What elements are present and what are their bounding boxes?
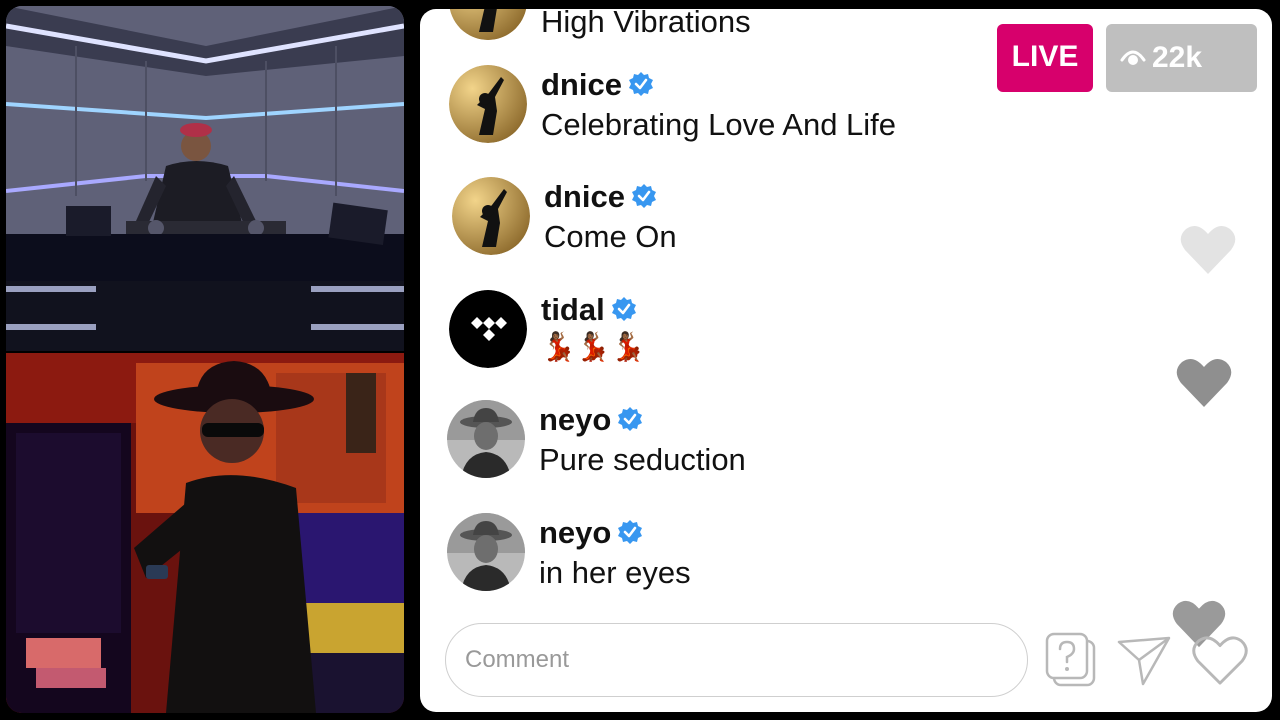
live-badge: LIVE: [997, 24, 1093, 92]
comment-username[interactable]: neyo: [539, 402, 643, 438]
neyo-photo-graphic: [447, 400, 525, 478]
viewer-count: 22k: [1152, 41, 1203, 74]
heart-outline-icon[interactable]: [1190, 635, 1250, 687]
send-icon[interactable]: [1115, 634, 1173, 688]
comment-message: Pure seduction: [539, 442, 746, 477]
username-text[interactable]: dnice: [544, 179, 625, 214]
dnice-logo-graphic: [449, 65, 527, 143]
tidal-logo-graphic: [449, 290, 527, 368]
comment-message: High Vibrations: [541, 9, 751, 39]
live-chat-panel: High Vibrations dnice Celebrating Love A…: [420, 9, 1272, 712]
dnice-logo-avatar[interactable]: [452, 177, 530, 255]
comment-username[interactable]: neyo: [539, 515, 643, 551]
tidal-logo-avatar[interactable]: [449, 290, 527, 368]
verified-badge-icon: [631, 183, 656, 208]
verified-badge-icon: [618, 406, 643, 431]
neyo-photo-graphic: [447, 513, 525, 591]
dnice-logo-avatar[interactable]: [449, 65, 527, 143]
dnice-logo-graphic: [449, 9, 527, 40]
username-text[interactable]: tidal: [541, 292, 605, 327]
dnice-logo-avatar[interactable]: [449, 9, 527, 40]
comment-username[interactable]: tidal: [541, 292, 637, 328]
question-icon[interactable]: [1044, 631, 1098, 689]
neyo-photo-avatar[interactable]: [447, 513, 525, 591]
heart-icon: [1176, 358, 1232, 407]
dj-booth-scene: [6, 6, 404, 351]
verified-badge-icon: [628, 71, 653, 96]
neyo-video-feed-bottom: [6, 353, 404, 713]
comment-message: Come On: [544, 219, 677, 254]
comment-message: Celebrating Love And Life: [541, 107, 897, 142]
username-text[interactable]: dnice: [541, 67, 622, 102]
viewer-count-badge[interactable]: 22k: [1106, 24, 1257, 92]
comment-message: in her eyes: [539, 555, 691, 590]
comment-message: 💃🏾💃🏾💃🏾: [541, 331, 646, 362]
username-text[interactable]: neyo: [539, 402, 611, 437]
verified-badge-icon: [618, 519, 643, 544]
studio-scene: [6, 353, 404, 713]
verified-badge-icon: [611, 296, 636, 321]
dj-video-feed-top: [6, 6, 404, 351]
eye-icon: [1120, 50, 1146, 66]
heart-icon: [1180, 225, 1236, 274]
comment-username[interactable]: dnice: [541, 67, 654, 103]
dnice-logo-graphic: [452, 177, 530, 255]
username-text[interactable]: neyo: [539, 515, 611, 550]
comment-input[interactable]: [465, 646, 985, 674]
comment-field[interactable]: [445, 623, 1028, 697]
comment-username[interactable]: dnice: [544, 179, 657, 215]
neyo-photo-avatar[interactable]: [447, 400, 525, 478]
